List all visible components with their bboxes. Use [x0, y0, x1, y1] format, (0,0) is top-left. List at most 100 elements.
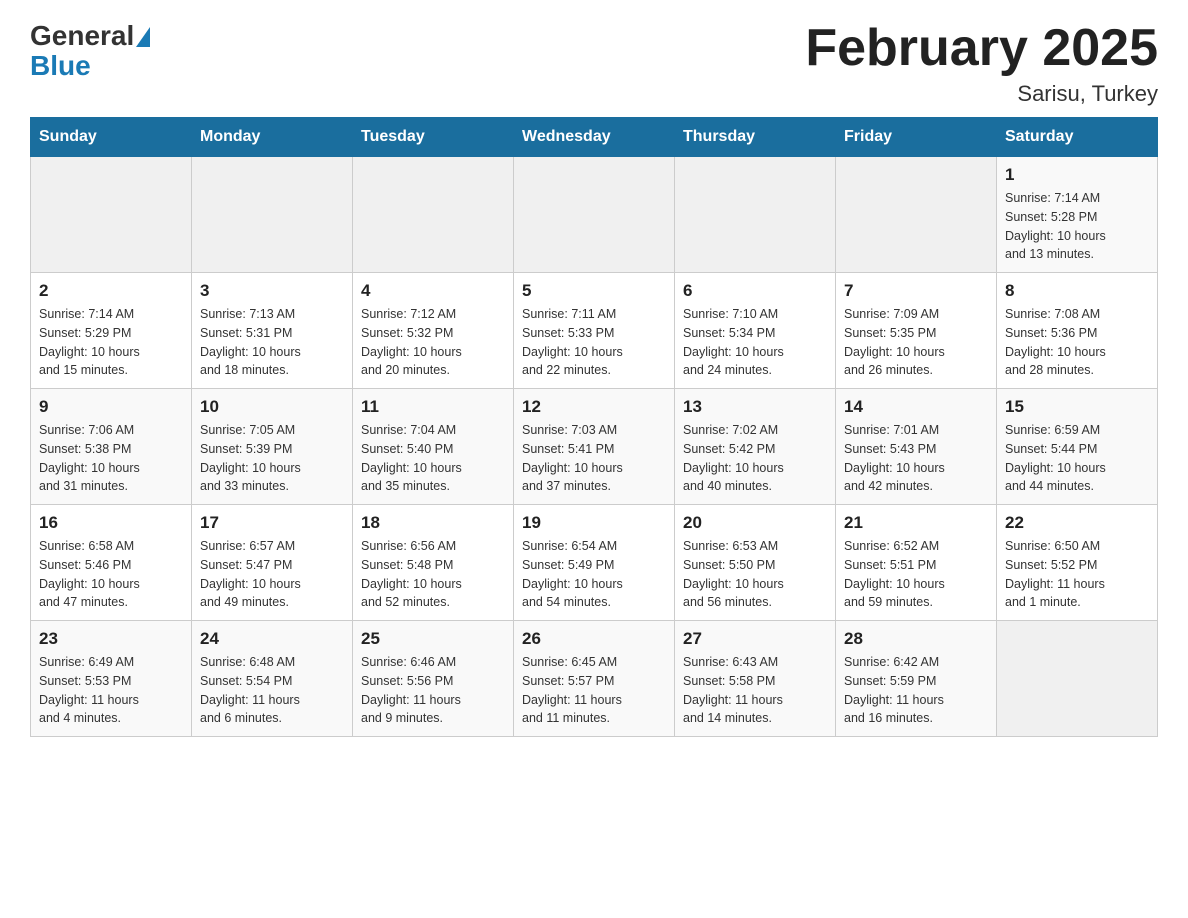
day-info: Sunrise: 7:04 AM Sunset: 5:40 PM Dayligh… [361, 421, 505, 496]
day-number: 8 [1005, 281, 1149, 301]
day-number: 23 [39, 629, 183, 649]
day-number: 12 [522, 397, 666, 417]
logo-text-general: General [30, 20, 134, 51]
day-number: 2 [39, 281, 183, 301]
calendar-cell: 7Sunrise: 7:09 AM Sunset: 5:35 PM Daylig… [836, 273, 997, 389]
calendar-cell: 11 Sunrise: 7:04 AM Sunset: 5:40 PM Dayli… [353, 389, 514, 505]
calendar-cell: 12 Sunrise: 7:03 AM Sunset: 5:41 PM Dayli… [514, 389, 675, 505]
title-block: February 2025 Sarisu, Turkey [805, 20, 1158, 107]
calendar-cell: 5 Sunrise: 7:11 AM Sunset: 5:33 PM Daylig… [514, 273, 675, 389]
calendar-cell [353, 157, 514, 273]
day-info: Sunrise: 7:11 AM Sunset: 5:33 PM Dayligh… [522, 305, 666, 380]
weekday-header-tuesday: Tuesday [353, 118, 514, 157]
calendar-cell: 28 Sunrise: 6:42 AM Sunset: 5:59 PM Dayli… [836, 621, 997, 737]
day-info: Sunrise: 6:57 AM Sunset: 5:47 PM Dayligh… [200, 537, 344, 612]
day-info: Sunrise: 7:01 AM Sunset: 5:43 PM Dayligh… [844, 421, 988, 496]
day-info: Sunrise: 6:45 AM Sunset: 5:57 PM Dayligh… [522, 653, 666, 728]
calendar-cell: 18 Sunrise: 6:56 AM Sunset: 5:48 PM Dayli… [353, 505, 514, 621]
day-number: 20 [683, 513, 827, 533]
day-number: 24 [200, 629, 344, 649]
day-number: 13 [683, 397, 827, 417]
day-number: 22 [1005, 513, 1149, 533]
logo-text-blue: Blue [30, 50, 150, 82]
calendar-cell: 27 Sunrise: 6:43 AM Sunset: 5:58 PM Dayli… [675, 621, 836, 737]
day-info: Sunrise: 6:53 AM Sunset: 5:50 PM Dayligh… [683, 537, 827, 612]
weekday-header-thursday: Thursday [675, 118, 836, 157]
calendar-cell [836, 157, 997, 273]
day-info: Sunrise: 6:52 AM Sunset: 5:51 PM Dayligh… [844, 537, 988, 612]
day-number: 7 [844, 281, 988, 301]
calendar-cell [997, 621, 1158, 737]
day-number: 21 [844, 513, 988, 533]
calendar-week-row: 1Sunrise: 7:14 AM Sunset: 5:28 PM Daylig… [31, 157, 1158, 273]
calendar-cell [675, 157, 836, 273]
day-number: 18 [361, 513, 505, 533]
day-number: 11 [361, 397, 505, 417]
calendar-cell: 19 Sunrise: 6:54 AM Sunset: 5:49 PM Dayli… [514, 505, 675, 621]
day-number: 19 [522, 513, 666, 533]
day-info: Sunrise: 7:02 AM Sunset: 5:42 PM Dayligh… [683, 421, 827, 496]
day-info: Sunrise: 7:13 AM Sunset: 5:31 PM Dayligh… [200, 305, 344, 380]
day-info: Sunrise: 6:50 AM Sunset: 5:52 PM Dayligh… [1005, 537, 1149, 612]
calendar-week-row: 23 Sunrise: 6:49 AM Sunset: 5:53 PM Dayli… [31, 621, 1158, 737]
calendar-week-row: 2Sunrise: 7:14 AM Sunset: 5:29 PM Daylig… [31, 273, 1158, 389]
day-info: Sunrise: 6:49 AM Sunset: 5:53 PM Dayligh… [39, 653, 183, 728]
day-info: Sunrise: 6:43 AM Sunset: 5:58 PM Dayligh… [683, 653, 827, 728]
day-info: Sunrise: 7:05 AM Sunset: 5:39 PM Dayligh… [200, 421, 344, 496]
weekday-header-saturday: Saturday [997, 118, 1158, 157]
day-info: Sunrise: 7:03 AM Sunset: 5:41 PM Dayligh… [522, 421, 666, 496]
calendar-cell: 14 Sunrise: 7:01 AM Sunset: 5:43 PM Dayli… [836, 389, 997, 505]
weekday-header-friday: Friday [836, 118, 997, 157]
day-number: 17 [200, 513, 344, 533]
day-info: Sunrise: 7:12 AM Sunset: 5:32 PM Dayligh… [361, 305, 505, 380]
day-info: Sunrise: 6:58 AM Sunset: 5:46 PM Dayligh… [39, 537, 183, 612]
page-header: General Blue February 2025 Sarisu, Turke… [30, 20, 1158, 107]
day-info: Sunrise: 6:56 AM Sunset: 5:48 PM Dayligh… [361, 537, 505, 612]
weekday-header-wednesday: Wednesday [514, 118, 675, 157]
day-info: Sunrise: 7:08 AM Sunset: 5:36 PM Dayligh… [1005, 305, 1149, 380]
calendar-cell: 25 Sunrise: 6:46 AM Sunset: 5:56 PM Dayli… [353, 621, 514, 737]
calendar-cell: 9Sunrise: 7:06 AM Sunset: 5:38 PM Daylig… [31, 389, 192, 505]
day-number: 3 [200, 281, 344, 301]
day-number: 1 [1005, 165, 1149, 185]
day-info: Sunrise: 7:10 AM Sunset: 5:34 PM Dayligh… [683, 305, 827, 380]
day-number: 25 [361, 629, 505, 649]
calendar-cell: 16 Sunrise: 6:58 AM Sunset: 5:46 PM Dayli… [31, 505, 192, 621]
day-number: 14 [844, 397, 988, 417]
day-info: Sunrise: 6:42 AM Sunset: 5:59 PM Dayligh… [844, 653, 988, 728]
logo-triangle-icon [136, 27, 150, 47]
day-info: Sunrise: 6:54 AM Sunset: 5:49 PM Dayligh… [522, 537, 666, 612]
day-number: 5 [522, 281, 666, 301]
month-title: February 2025 [805, 20, 1158, 77]
calendar-cell: 22 Sunrise: 6:50 AM Sunset: 5:52 PM Dayli… [997, 505, 1158, 621]
calendar-cell [31, 157, 192, 273]
calendar-cell: 1Sunrise: 7:14 AM Sunset: 5:28 PM Daylig… [997, 157, 1158, 273]
calendar-cell: 10 Sunrise: 7:05 AM Sunset: 5:39 PM Dayli… [192, 389, 353, 505]
calendar-cell: 4Sunrise: 7:12 AM Sunset: 5:32 PM Daylig… [353, 273, 514, 389]
day-info: Sunrise: 6:46 AM Sunset: 5:56 PM Dayligh… [361, 653, 505, 728]
day-number: 15 [1005, 397, 1149, 417]
calendar-cell: 3 Sunrise: 7:13 AM Sunset: 5:31 PM Daylig… [192, 273, 353, 389]
weekday-header-monday: Monday [192, 118, 353, 157]
day-number: 6 [683, 281, 827, 301]
weekday-header-sunday: Sunday [31, 118, 192, 157]
day-number: 27 [683, 629, 827, 649]
day-info: Sunrise: 6:48 AM Sunset: 5:54 PM Dayligh… [200, 653, 344, 728]
calendar-cell [192, 157, 353, 273]
calendar-cell: 2Sunrise: 7:14 AM Sunset: 5:29 PM Daylig… [31, 273, 192, 389]
weekday-header-row: SundayMondayTuesdayWednesdayThursdayFrid… [31, 118, 1158, 157]
day-info: Sunrise: 7:06 AM Sunset: 5:38 PM Dayligh… [39, 421, 183, 496]
logo: General Blue [30, 20, 150, 82]
day-number: 10 [200, 397, 344, 417]
calendar-cell: 24 Sunrise: 6:48 AM Sunset: 5:54 PM Dayli… [192, 621, 353, 737]
calendar-table: SundayMondayTuesdayWednesdayThursdayFrid… [30, 117, 1158, 737]
day-number: 28 [844, 629, 988, 649]
calendar-cell: 23 Sunrise: 6:49 AM Sunset: 5:53 PM Dayli… [31, 621, 192, 737]
location: Sarisu, Turkey [805, 81, 1158, 107]
calendar-cell: 21 Sunrise: 6:52 AM Sunset: 5:51 PM Dayli… [836, 505, 997, 621]
day-number: 16 [39, 513, 183, 533]
calendar-week-row: 16 Sunrise: 6:58 AM Sunset: 5:46 PM Dayli… [31, 505, 1158, 621]
day-info: Sunrise: 6:59 AM Sunset: 5:44 PM Dayligh… [1005, 421, 1149, 496]
calendar-cell: 17 Sunrise: 6:57 AM Sunset: 5:47 PM Dayli… [192, 505, 353, 621]
day-number: 26 [522, 629, 666, 649]
